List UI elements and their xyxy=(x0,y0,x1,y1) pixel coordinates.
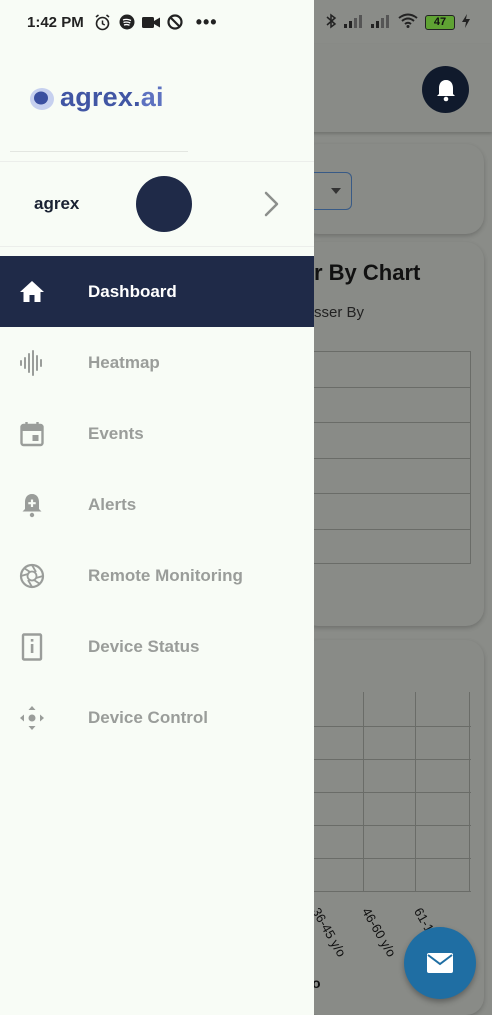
nav-label: Device Status xyxy=(88,636,200,656)
waveform-icon xyxy=(18,349,46,377)
logo-mark-icon xyxy=(30,87,54,110)
chart-subtitle: sser By xyxy=(314,304,365,321)
mail-icon xyxy=(427,953,453,973)
header-divider xyxy=(10,151,188,152)
message-fab[interactable] xyxy=(404,927,476,999)
nav-item-device-control[interactable]: Device Control xyxy=(0,682,314,753)
nav-item-dashboard[interactable]: Dashboard xyxy=(0,256,314,327)
nav-item-device-status[interactable]: Device Status xyxy=(0,611,314,682)
camera-shutter-icon xyxy=(18,562,46,590)
nav-item-remote-monitoring[interactable]: Remote Monitoring xyxy=(0,540,314,611)
status-bar-right: 47 xyxy=(312,0,492,44)
user-profile-row[interactable]: agrex xyxy=(0,162,314,246)
bluetooth-icon xyxy=(325,13,337,32)
nav-item-alerts[interactable]: Alerts xyxy=(0,469,314,540)
nav-label: Remote Monitoring xyxy=(88,565,243,585)
more-notifications: ••• xyxy=(195,11,218,32)
nav-item-heatmap[interactable]: Heatmap xyxy=(0,327,314,398)
nav-label: Events xyxy=(88,423,144,443)
status-time: 1:42 PM xyxy=(27,13,84,31)
spotify-icon xyxy=(118,13,136,31)
charging-icon xyxy=(462,13,470,31)
notifications-button[interactable] xyxy=(422,66,469,113)
profile-divider xyxy=(0,246,314,247)
nav-item-events[interactable]: Events xyxy=(0,398,314,469)
calendar-icon xyxy=(18,420,46,448)
alarm-icon xyxy=(94,13,112,31)
avatar xyxy=(136,176,192,232)
logo-text: agrex.ai xyxy=(60,82,164,112)
battery-indicator: 47 xyxy=(425,14,455,30)
home-icon xyxy=(18,278,46,306)
bell-icon xyxy=(436,79,455,101)
nav-label: Heatmap xyxy=(88,352,160,372)
bar-chart-grid xyxy=(300,692,471,892)
user-name: agrex xyxy=(34,194,80,213)
nav-label: Alerts xyxy=(88,494,137,514)
status-bar: 1:42 PM ••• xyxy=(0,0,314,44)
signal-icon xyxy=(344,14,364,31)
agrex-logo: agrex.ai xyxy=(28,82,164,113)
nav-label: Device Control xyxy=(88,707,208,727)
chart-grid xyxy=(300,351,471,564)
device-info-icon xyxy=(18,633,46,661)
chevron-right-icon xyxy=(264,191,279,217)
navigation-drawer: 1:42 PM ••• agrex.ai agrex Dashboard Hea… xyxy=(0,0,314,1015)
signal-icon xyxy=(371,14,391,31)
move-control-icon xyxy=(18,704,46,732)
video-camera-icon xyxy=(141,13,160,31)
chart-title: r By Chart xyxy=(314,260,421,285)
blocked-icon xyxy=(166,13,184,31)
nav-label: Dashboard xyxy=(88,281,177,301)
bell-plus-icon xyxy=(18,491,46,519)
wifi-icon xyxy=(398,13,418,31)
